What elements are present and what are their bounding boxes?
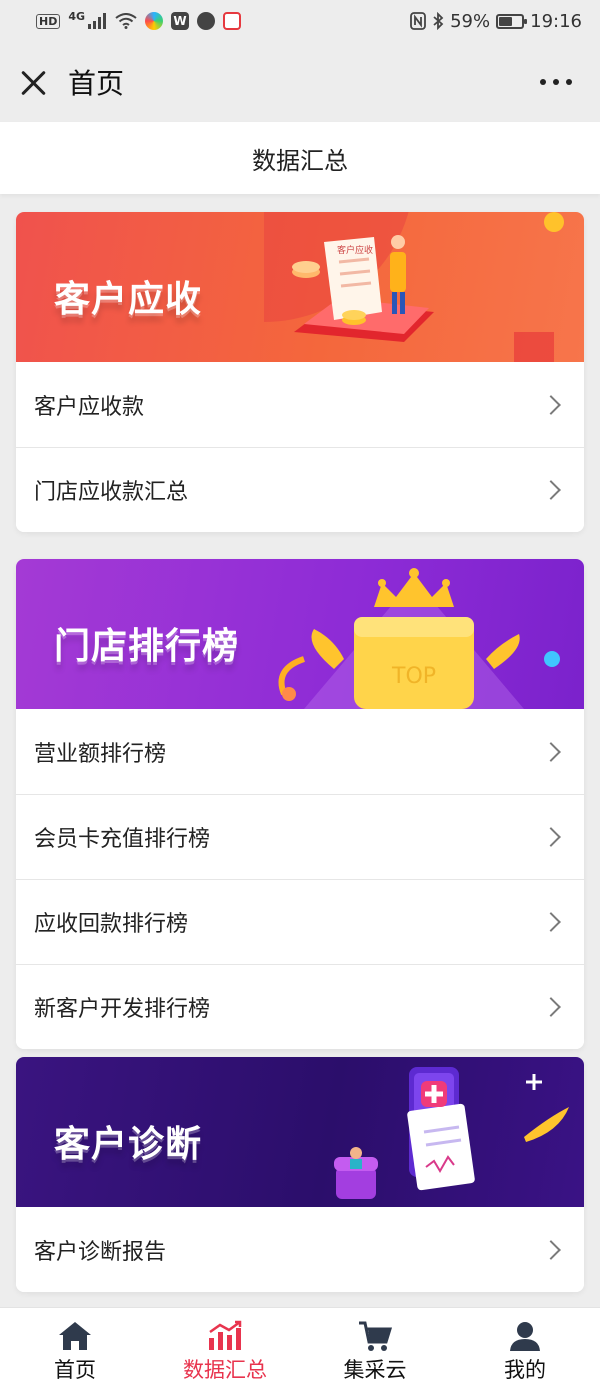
list-item-label: 营业额排行榜	[34, 741, 167, 767]
bar-chart-icon	[209, 1320, 242, 1350]
tab-label: 首页	[54, 1358, 96, 1382]
diagnosis-illustration	[334, 1067, 569, 1199]
battery-level	[499, 16, 513, 26]
app-root: HD 4G W 59% 19:16 首页 数据汇总 客户应收 客户应收 客户应收…	[0, 0, 600, 1391]
chevron-right-icon	[541, 827, 561, 847]
tab-label: 我的	[504, 1358, 546, 1382]
list-item-label: 客户诊断报告	[34, 1239, 167, 1265]
app-notification-icon	[197, 12, 216, 30]
close-icon[interactable]	[20, 68, 48, 96]
list-item-diagnosis-report[interactable]: 客户诊断报告	[16, 1207, 584, 1292]
section-customer-receivable: 客户应收 客户应收 客户应收款 门店应收款汇总	[16, 212, 584, 532]
battery-icon	[496, 13, 528, 29]
list-item-customer-receivable[interactable]: 客户应收款	[16, 362, 584, 447]
banner-title: 客户诊断	[54, 1124, 203, 1165]
list-item-label: 客户应收款	[34, 394, 145, 420]
network-type: 4G	[68, 9, 86, 23]
banner-title: 门店排行榜	[54, 626, 240, 667]
tab-label: 数据汇总	[183, 1358, 267, 1382]
wifi-icon	[115, 13, 137, 29]
app-notification-icon: W	[171, 12, 190, 30]
page-title: 数据汇总	[0, 122, 600, 194]
section-list: 客户应收款 门店应收款汇总	[16, 362, 584, 532]
section-store-ranking: TOP 门店排行榜 营业额排行榜 会员卡充值排行榜 应收回款排行榜 新客户开发排…	[16, 559, 584, 1049]
bottom-tab-bar: 首页 数据汇总 集采云 我的	[0, 1307, 600, 1391]
status-right: 59% 19:16	[410, 11, 582, 32]
chevron-right-icon	[541, 912, 561, 932]
tab-label: 集采云	[343, 1358, 407, 1382]
section-list: 客户诊断报告	[16, 1207, 584, 1292]
banner-customer-receivable: 客户应收 客户应收	[16, 212, 584, 362]
receivable-sign: 客户应收	[337, 244, 373, 256]
cart-icon	[359, 1321, 393, 1351]
signal-icon	[88, 13, 107, 29]
chevron-right-icon	[541, 1239, 561, 1260]
navigation-bar: 首页	[0, 42, 600, 122]
tab-profile[interactable]: 我的	[450, 1308, 600, 1391]
nfc-icon	[410, 12, 427, 30]
chevron-right-icon	[541, 741, 561, 762]
more-icon[interactable]	[532, 69, 580, 95]
tab-home[interactable]: 首页	[0, 1308, 150, 1391]
app-notification-icon	[145, 12, 164, 30]
battery-percent: 59%	[450, 10, 491, 32]
section-list: 营业额排行榜 会员卡充值排行榜 应收回款排行榜 新客户开发排行榜	[16, 709, 584, 1049]
list-item-store-receivable-summary[interactable]: 门店应收款汇总	[16, 447, 584, 532]
top-label: TOP	[391, 664, 436, 689]
list-item-label: 应收回款排行榜	[34, 912, 189, 937]
hd-badge: HD	[36, 13, 61, 29]
receivable-illustration: 客户应收	[264, 212, 564, 362]
bluetooth-icon	[433, 12, 444, 30]
list-item-collection-ranking[interactable]: 应收回款排行榜	[16, 879, 584, 964]
app-notification-icon	[223, 12, 242, 30]
list-item-new-customer-ranking[interactable]: 新客户开发排行榜	[16, 964, 584, 1049]
user-icon	[510, 1322, 540, 1351]
ranking-illustration: TOP	[278, 568, 560, 709]
banner-store-ranking: TOP 门店排行榜	[16, 559, 584, 709]
list-item-label: 会员卡充值排行榜	[34, 827, 211, 852]
section-customer-diagnosis: 客户诊断 客户诊断报告	[16, 1057, 584, 1292]
tab-group-purchase[interactable]: 集采云	[300, 1308, 450, 1391]
nav-title: 首页	[68, 67, 125, 100]
chevron-right-icon	[541, 394, 561, 415]
clock: 19:16	[530, 10, 582, 32]
banner-customer-diagnosis: 客户诊断	[16, 1057, 584, 1207]
list-item-label: 新客户开发排行榜	[34, 997, 211, 1022]
home-icon	[59, 1322, 91, 1350]
chevron-right-icon	[541, 997, 561, 1017]
status-left: HD 4G W	[36, 9, 242, 30]
chevron-right-icon	[541, 480, 561, 500]
list-item-revenue-ranking[interactable]: 营业额排行榜	[16, 709, 584, 794]
list-item-member-card-ranking[interactable]: 会员卡充值排行榜	[16, 794, 584, 879]
status-bar: HD 4G W 59% 19:16	[0, 0, 600, 42]
tab-data-summary[interactable]: 数据汇总	[150, 1308, 300, 1391]
list-item-label: 门店应收款汇总	[34, 480, 189, 505]
banner-title: 客户应收	[54, 279, 203, 320]
